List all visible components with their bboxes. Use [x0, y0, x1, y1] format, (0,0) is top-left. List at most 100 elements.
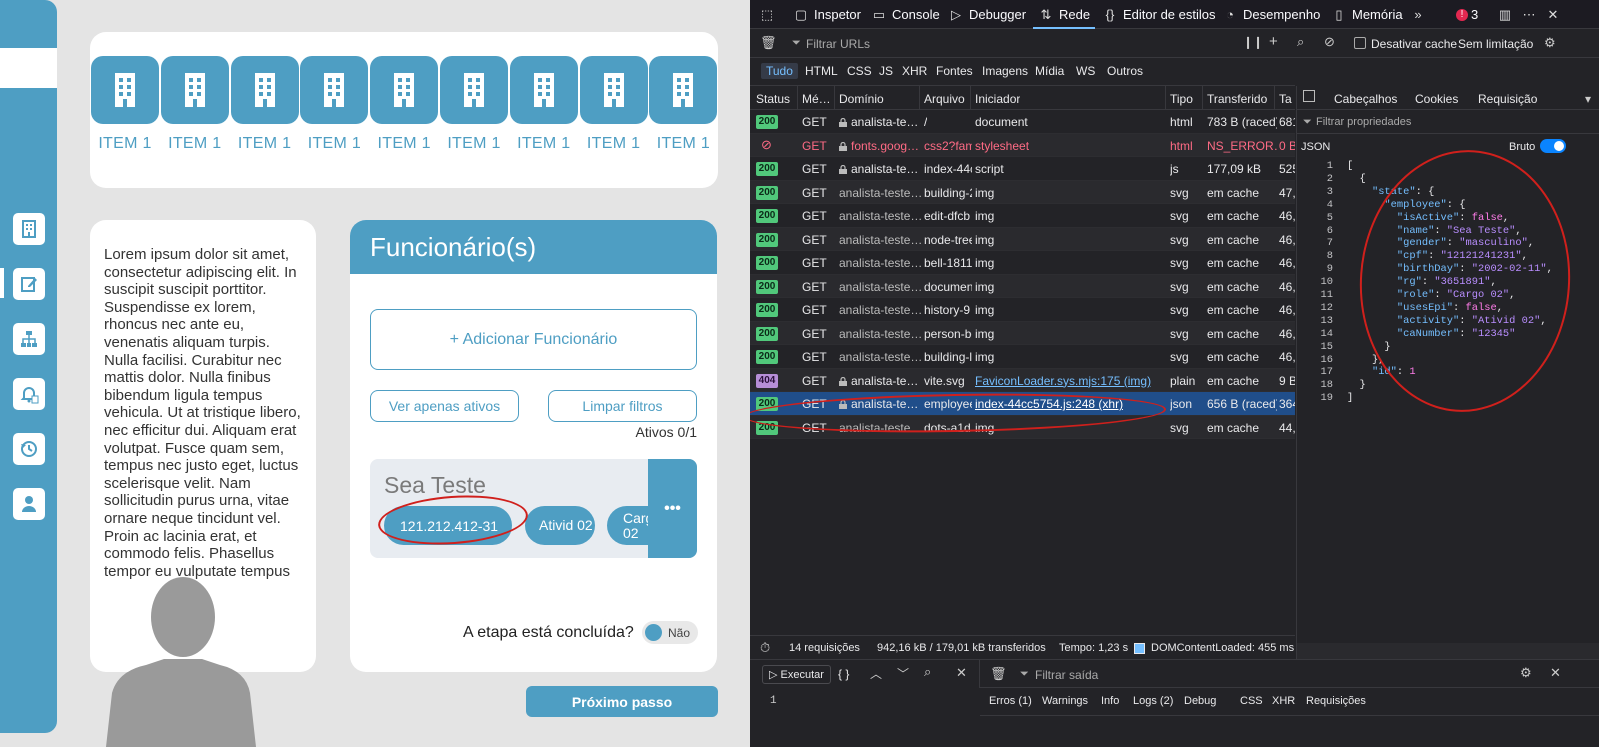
type-filter-html[interactable]: HTML [805, 64, 838, 78]
menu-button[interactable]: ⋯ [1522, 0, 1542, 29]
type-filter-tudo[interactable]: Tudo [761, 63, 798, 79]
request-row[interactable]: 200 GET analista-teste… history-9 img svg em c… [750, 298, 1295, 322]
request-row[interactable]: 200 GET analista-teste… documen img svg em cac… [750, 274, 1295, 298]
request-row[interactable]: 200 GET analista-te… index-44c script js 177,0… [750, 157, 1295, 181]
request-row[interactable]: 200 GET analista-teste… bell-1811 img svg em c… [750, 251, 1295, 275]
type-filter-css[interactable]: CSS [847, 64, 872, 78]
request-row[interactable]: 200 GET analista-teste… edit-dfcb img svg em c… [750, 204, 1295, 228]
column-header[interactable]: Domínio [839, 92, 884, 106]
column-header[interactable]: Transferido [1207, 92, 1267, 106]
sidebar-item-notifications[interactable] [13, 378, 45, 410]
clear-filters-button[interactable]: Limpar filtros [548, 390, 697, 422]
more-options-button[interactable]: ••• [648, 459, 697, 558]
tab-inspector[interactable]: ▢ Inspetor [794, 0, 861, 29]
carousel-item[interactable]: ITEM 1 [230, 56, 299, 153]
settings-gear-icon[interactable]: ⚙ [1520, 665, 1532, 681]
tab-console[interactable]: ▭ Console [872, 0, 940, 29]
column-header[interactable]: Mé… [802, 92, 831, 106]
carousel-item[interactable]: ITEM 1 [91, 56, 159, 153]
dock-button[interactable]: ▥ [1498, 0, 1518, 29]
console-tab[interactable]: CSS [1240, 695, 1263, 707]
console-tab[interactable]: Erros (1) [989, 695, 1032, 707]
tab-performance[interactable]: ◔ Desempenho [1223, 0, 1320, 29]
type-filter-outros[interactable]: Outros [1107, 64, 1143, 78]
chevron-down-icon[interactable]: ▾ [1585, 92, 1591, 106]
step-complete-toggle[interactable]: Não [642, 621, 698, 644]
carousel-item[interactable]: ITEM 1 [440, 56, 508, 153]
request-row[interactable]: 200 GET analista-te… / document html 783 B (ra… [750, 110, 1295, 134]
chevron-down-icon[interactable]: ﹀ [897, 665, 909, 682]
add-employee-button[interactable]: + Adicionar Funcionário [370, 309, 697, 370]
sidebar-item-hierarchy[interactable] [13, 323, 45, 355]
block-icon[interactable]: ⊘ [1324, 34, 1335, 50]
column-header[interactable]: Iniciador [975, 92, 1020, 106]
pretty-print-button[interactable]: { } [838, 667, 849, 681]
more-tools-button[interactable]: » [1411, 0, 1431, 29]
type-filter-js[interactable]: JS [879, 64, 893, 78]
carousel-item[interactable]: ITEM 1 [370, 56, 439, 153]
carousel-item[interactable]: ITEM 1 [509, 56, 578, 153]
column-header[interactable]: Ta [1279, 92, 1292, 106]
run-button[interactable]: ▷ Executar [762, 665, 831, 684]
console-tab[interactable]: Requisições [1306, 695, 1366, 707]
console-tab[interactable]: Warnings [1042, 695, 1088, 707]
column-divider[interactable] [1202, 86, 1203, 110]
column-header[interactable]: Arquivo [924, 92, 965, 106]
tab-cookies[interactable]: Cookies [1415, 92, 1458, 106]
element-picker-button[interactable]: ⬚ [760, 0, 780, 29]
column-header[interactable]: Status [756, 92, 790, 106]
request-row[interactable]: 200 GET analista-teste… building-2 img svg em … [750, 180, 1295, 204]
throttle-select[interactable]: Sem limitação [1458, 37, 1533, 51]
tab-headers[interactable]: Cabeçalhos [1334, 92, 1397, 106]
column-divider[interactable] [1165, 86, 1166, 110]
console-tab[interactable]: Info [1101, 695, 1119, 707]
sidebar-item-buildings[interactable] [13, 213, 45, 245]
type-filter-imagens[interactable]: Imagens [982, 64, 1028, 78]
filter-urls-input[interactable]: Filtrar URLs [806, 37, 870, 51]
disable-cache-checkbox[interactable] [1354, 37, 1366, 49]
column-header[interactable]: Tipo [1170, 92, 1193, 106]
type-filter-mídia[interactable]: Mídia [1035, 64, 1064, 78]
console-tab[interactable]: XHR [1272, 695, 1295, 707]
column-divider[interactable] [797, 86, 798, 110]
trash-icon[interactable]: 🗑 [760, 35, 777, 51]
pause-icon[interactable]: ❙❙ [1243, 35, 1263, 49]
sidebar-item-profile[interactable] [13, 488, 45, 520]
trash-icon[interactable]: 🗑 [990, 666, 1007, 682]
type-filter-xhr[interactable]: XHR [902, 64, 927, 78]
type-filter-ws[interactable]: WS [1076, 64, 1095, 78]
console-tab[interactable]: Debug [1184, 695, 1216, 707]
carousel-item[interactable]: ITEM 1 [579, 56, 648, 153]
column-divider[interactable] [919, 86, 920, 110]
console-tab[interactable]: Logs (2) [1133, 695, 1173, 707]
tab-style-editor[interactable]: {} Editor de estilos [1103, 0, 1216, 29]
request-row[interactable]: 200 GET analista-teste…person-beimg svg em c… [750, 321, 1295, 345]
horizontal-scrollbar[interactable] [1297, 643, 1599, 659]
close-icon[interactable]: ✕ [956, 665, 967, 681]
request-row[interactable]: ⊘ GET fonts.goog… css2?famistylesheet html NS… [750, 133, 1295, 157]
search-icon[interactable]: ⌕ [1297, 34, 1304, 50]
tab-request[interactable]: Requisição [1478, 92, 1537, 106]
carousel-item[interactable]: ITEM 1 [160, 56, 229, 153]
carousel-item[interactable]: ITEM 1 [300, 56, 369, 153]
request-row[interactable]: 200 GET analista-teste… node-tree img svg em c… [750, 227, 1295, 251]
chevron-up-icon[interactable]: ︿ [870, 665, 882, 682]
show-active-only-button[interactable]: Ver apenas ativos [370, 390, 519, 422]
column-divider[interactable] [1274, 86, 1275, 110]
sidebar-item-history[interactable] [13, 433, 45, 465]
close-icon[interactable]: ✕ [1550, 665, 1561, 681]
filter-output-input[interactable]: Filtrar saída [1035, 668, 1098, 682]
raw-toggle[interactable] [1540, 139, 1566, 153]
tab-memory[interactable]: ▯ Memória [1332, 0, 1402, 29]
sidebar-item-edit[interactable] [13, 268, 45, 300]
carousel-item[interactable]: ITEM 1 [649, 56, 718, 153]
next-step-button[interactable]: Próximo passo [526, 686, 718, 717]
filter-properties-input[interactable]: Filtrar propriedades [1316, 116, 1411, 128]
column-divider[interactable] [834, 86, 835, 110]
settings-gear-icon[interactable]: ⚙ [1544, 35, 1556, 51]
type-filter-fontes[interactable]: Fontes [936, 64, 973, 78]
plus-icon[interactable]: + [1269, 33, 1278, 50]
request-row[interactable]: 200 GET analista-teste… building-l img svg em … [750, 345, 1295, 369]
close-devtools-button[interactable]: ✕ [1546, 0, 1566, 29]
tab-network[interactable]: ⇅ Rede [1039, 0, 1091, 29]
